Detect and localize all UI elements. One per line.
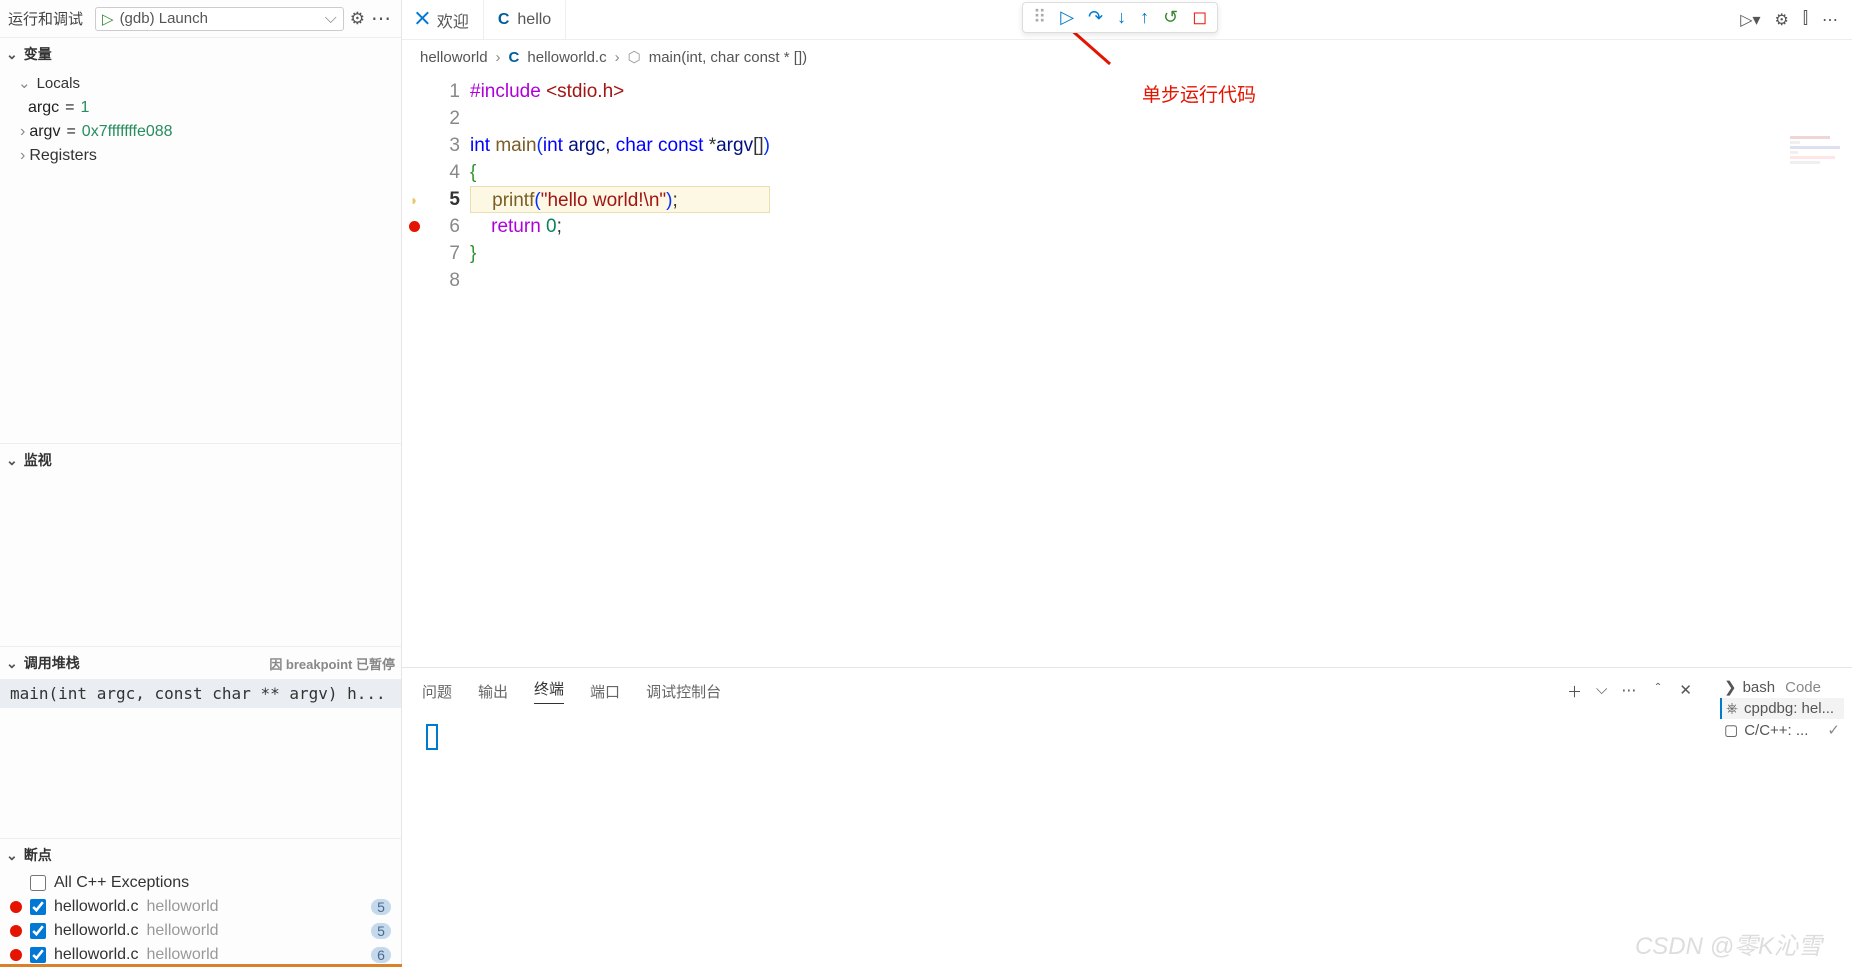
section-breakpoints[interactable]: ⌄ 断点 bbox=[0, 838, 401, 871]
breakpoint-gutter[interactable]: ◗ bbox=[402, 78, 426, 667]
chevron-down-icon: ⌄ bbox=[6, 46, 18, 63]
check-icon: ✓ bbox=[1827, 721, 1840, 739]
main-area: ⨉ 欢迎 C hello ⠿ ▷ ↷ ↓ ↑ ↺ ◻ ▷▾ ⚙ ⫿ ⋯ hell… bbox=[402, 0, 1852, 967]
tab-terminal[interactable]: 终端 bbox=[534, 678, 564, 704]
debug-toolbar: ⠿ ▷ ↷ ↓ ↑ ↺ ◻ bbox=[1022, 2, 1218, 33]
settings-icon[interactable]: ⚙ bbox=[1775, 10, 1789, 30]
tab-welcome[interactable]: ⨉ 欢迎 bbox=[402, 0, 484, 39]
code-editor[interactable]: 单步运行代码 ◗ 12345678 #include <stdio.h> int… bbox=[402, 74, 1852, 667]
line-badge: 5 bbox=[371, 899, 391, 915]
more-icon[interactable]: ⋯ bbox=[371, 6, 393, 31]
continue-icon[interactable]: ▷ bbox=[1060, 7, 1074, 28]
chevron-down-icon: ⌄ bbox=[18, 75, 31, 92]
tab-debug-console[interactable]: 调试控制台 bbox=[646, 681, 721, 702]
callstack-frame[interactable]: main(int argc, const char ** argv) h... bbox=[0, 679, 401, 708]
terminal-icon: ❯ bbox=[1724, 678, 1737, 696]
chevron-down-icon[interactable]: ⌵ bbox=[1596, 681, 1607, 702]
drag-handle-icon[interactable]: ⠿ bbox=[1033, 7, 1046, 28]
chevron-down-icon: ⌄ bbox=[6, 847, 18, 864]
terminal-cppdbg[interactable]: ⎈ cppdbg: hel... bbox=[1720, 698, 1844, 719]
debug-icon: ⎈ bbox=[1726, 700, 1738, 717]
bp-item[interactable]: helloworld.c helloworld 5 bbox=[0, 919, 401, 943]
checkbox[interactable] bbox=[30, 947, 46, 963]
section-variables[interactable]: ⌄ 变量 bbox=[0, 37, 401, 70]
run-icon[interactable]: ▷▾ bbox=[1740, 10, 1760, 30]
chevron-down-icon: ⌄ bbox=[6, 452, 18, 469]
more-icon[interactable]: ⋯ bbox=[1822, 10, 1838, 30]
line-numbers: 12345678 bbox=[426, 78, 470, 667]
step-out-icon[interactable]: ↑ bbox=[1140, 7, 1149, 28]
breakpoint-dot-icon bbox=[10, 901, 22, 913]
c-file-icon: C bbox=[509, 49, 520, 66]
chevron-right-icon: › bbox=[20, 123, 25, 141]
variable-argv[interactable]: › argv = 0x7fffffffe088 bbox=[0, 120, 401, 144]
chevron-down-icon: ⌵ bbox=[325, 10, 337, 28]
config-name: (gdb) Launch bbox=[120, 10, 208, 27]
checkbox[interactable] bbox=[30, 899, 46, 915]
terminal-list: ❯ bash Code ⎈ cppdbg: hel... ▢ C/C++: ..… bbox=[1712, 668, 1852, 967]
vscode-icon: ⨉ bbox=[416, 11, 429, 29]
tab-file[interactable]: C hello bbox=[484, 0, 566, 39]
editor-tabs: ⨉ 欢迎 C hello ⠿ ▷ ↷ ↓ ↑ ↺ ◻ ▷▾ ⚙ ⫿ ⋯ bbox=[402, 0, 1852, 40]
split-icon[interactable]: ⫿ bbox=[1803, 10, 1808, 30]
step-over-icon[interactable]: ↷ bbox=[1088, 7, 1103, 28]
sidebar-title: 运行和调试 bbox=[8, 8, 83, 29]
registers-header[interactable]: › Registers bbox=[0, 144, 401, 168]
terminal-cursor bbox=[426, 724, 438, 750]
tab-output[interactable]: 输出 bbox=[478, 681, 508, 702]
section-watch[interactable]: ⌄ 监视 bbox=[0, 443, 401, 476]
current-frame-icon: ◗ bbox=[410, 192, 418, 208]
more-icon[interactable]: ⋯ bbox=[1621, 681, 1636, 702]
terminal-content[interactable] bbox=[402, 714, 1712, 765]
line-badge: 6 bbox=[371, 947, 391, 963]
chevron-right-icon: › bbox=[20, 147, 25, 165]
symbol-icon: ⬡ bbox=[628, 48, 641, 66]
section-callstack[interactable]: ⌄ 调用堆栈 因 breakpoint 已暂停 bbox=[0, 646, 401, 679]
terminal-bash[interactable]: ❯ bash Code bbox=[1720, 676, 1844, 698]
new-terminal-icon[interactable]: ＋ bbox=[1567, 681, 1582, 702]
launch-config-dropdown[interactable]: ▷ (gdb) Launch ⌵ bbox=[95, 7, 344, 31]
gear-icon[interactable]: ⚙ bbox=[350, 9, 365, 29]
breakpoint-dot-icon bbox=[409, 221, 420, 232]
restart-icon[interactable]: ↺ bbox=[1163, 7, 1178, 28]
bottom-panel: 问题 输出 终端 端口 调试控制台 ＋ ⌵ ⋯ ＾ ✕ ❯ bash bbox=[402, 667, 1852, 967]
bp-item[interactable]: helloworld.c helloworld 5 bbox=[0, 895, 401, 919]
checkbox[interactable] bbox=[30, 923, 46, 939]
pause-reason: 因 breakpoint 已暂停 bbox=[269, 654, 395, 673]
checkbox[interactable] bbox=[30, 875, 46, 891]
breadcrumb[interactable]: helloworld› C helloworld.c› ⬡ main(int, … bbox=[402, 40, 1852, 74]
stop-icon[interactable]: ◻ bbox=[1192, 7, 1207, 28]
variable-argc[interactable]: argc = 1 bbox=[0, 96, 401, 120]
tab-problems[interactable]: 问题 bbox=[422, 681, 452, 702]
step-into-icon[interactable]: ↓ bbox=[1117, 7, 1126, 28]
terminal-cpp[interactable]: ▢ C/C++: ... ✓ bbox=[1720, 719, 1844, 741]
bp-all-exceptions[interactable]: All C++ Exceptions bbox=[0, 871, 401, 895]
close-icon[interactable]: ✕ bbox=[1679, 681, 1692, 702]
line-badge: 5 bbox=[371, 923, 391, 939]
code-content: #include <stdio.h> int main(int argc, ch… bbox=[470, 78, 770, 667]
panel-tabs: 问题 输出 终端 端口 调试控制台 ＋ ⌵ ⋯ ＾ ✕ bbox=[402, 668, 1712, 714]
tab-ports[interactable]: 端口 bbox=[590, 681, 620, 702]
chevron-up-icon[interactable]: ＾ bbox=[1650, 681, 1665, 702]
c-file-icon: C bbox=[498, 11, 510, 29]
breakpoint-dot-icon bbox=[10, 925, 22, 937]
locals-header[interactable]: ⌄Locals bbox=[0, 70, 401, 96]
play-icon: ▷ bbox=[102, 10, 114, 28]
annotation-text: 单步运行代码 bbox=[1142, 80, 1256, 107]
breakpoint-dot-icon bbox=[10, 949, 22, 961]
minimap[interactable] bbox=[1790, 134, 1850, 174]
terminal-icon: ▢ bbox=[1724, 721, 1738, 739]
debug-sidebar: 运行和调试 ▷ (gdb) Launch ⌵ ⚙ ⋯ ⌄ 变量 ⌄Locals … bbox=[0, 0, 402, 967]
chevron-down-icon: ⌄ bbox=[6, 655, 18, 672]
